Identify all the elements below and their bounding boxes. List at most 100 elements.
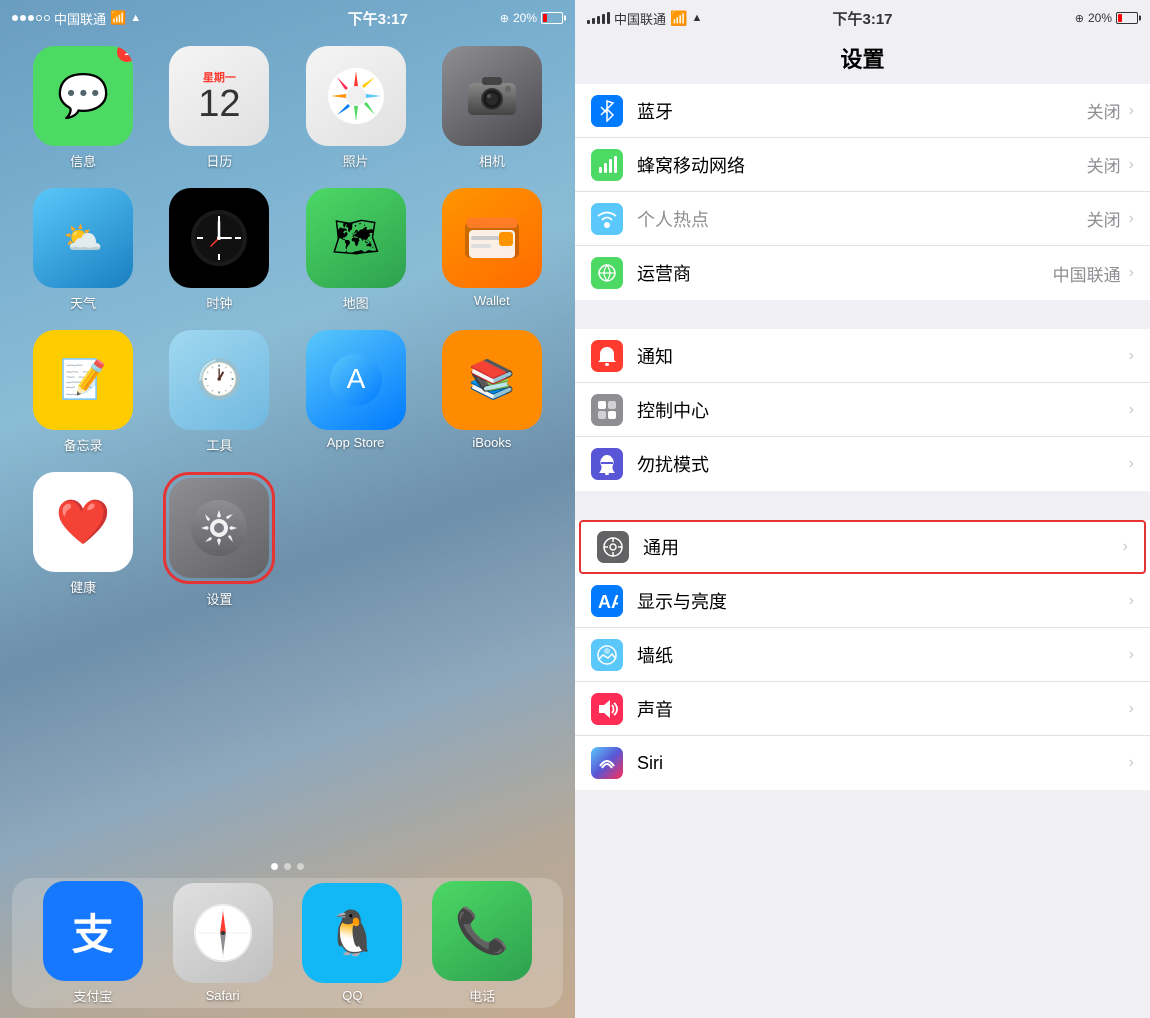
app-ibooks[interactable]: 📚 iBooks: [429, 330, 555, 454]
settings-row-general[interactable]: 通用 ›: [579, 520, 1146, 574]
sounds-chevron: ›: [1129, 700, 1134, 718]
maps-label: 地图: [343, 293, 369, 312]
dock: 支 支付宝 Safari: [12, 878, 563, 1008]
camera-icon: [442, 46, 542, 146]
settings-section-notifications: 通知 › 控制中心 ›: [575, 329, 1150, 491]
settings-row-dnd[interactable]: 勿扰模式 ›: [575, 437, 1150, 491]
battery-fill-right: [1118, 14, 1122, 22]
settings-row-notifications[interactable]: 通知 ›: [575, 329, 1150, 383]
app-tools[interactable]: 🕐 工具: [156, 330, 282, 454]
weather-label: 天气: [70, 293, 96, 312]
cellular-chevron: ›: [1129, 156, 1134, 174]
settings-list: 蓝牙 关闭 › 蜂窝移动网络 关闭 ›: [575, 84, 1150, 1018]
alipay-label: 支付宝: [73, 986, 112, 1005]
bluetooth-label: 蓝牙: [637, 98, 1087, 124]
settings-row-wallpaper[interactable]: 墙纸 ›: [575, 628, 1150, 682]
safari-label: Safari: [206, 988, 240, 1003]
battery-icon-right: [1116, 12, 1138, 24]
ibooks-icon: 📚: [442, 330, 542, 430]
hotspot-chevron: ›: [1129, 210, 1134, 228]
notifications-chevron: ›: [1129, 347, 1134, 365]
battery-icon-left: [541, 12, 563, 24]
app-settings[interactable]: 设置: [156, 472, 282, 608]
settings-row-cellular[interactable]: 蜂窝移动网络 关闭 ›: [575, 138, 1150, 192]
settings-row-siri[interactable]: Siri ›: [575, 736, 1150, 790]
settings-title: 设置: [575, 36, 1150, 84]
app-clock[interactable]: 时钟: [156, 188, 282, 312]
dock-safari[interactable]: Safari: [173, 883, 273, 1003]
wallpaper-chevron: ›: [1129, 646, 1134, 664]
bluetooth-icon: [591, 95, 623, 127]
carrier-icon: [591, 257, 623, 289]
app-calendar[interactable]: 星期一 12 日历: [156, 46, 282, 170]
time-right: 下午3:17: [832, 8, 892, 29]
qq-icon: 🐧: [302, 883, 402, 983]
safari-svg: [193, 903, 253, 963]
wifi-icon-right: 📶: [670, 10, 687, 27]
notes-label: 备忘录: [64, 435, 103, 454]
sounds-icon: [591, 693, 623, 725]
settings-icon: [169, 478, 269, 578]
app-health[interactable]: ❤️ 健康: [20, 472, 146, 608]
svg-text:AA: AA: [598, 592, 618, 612]
battery-fill-left: [543, 14, 547, 22]
ibooks-label: iBooks: [472, 435, 511, 450]
display-label: 显示与亮度: [637, 588, 1129, 614]
wallet-label: Wallet: [474, 293, 510, 308]
cellular-value: 关闭: [1087, 152, 1121, 177]
app-appstore[interactable]: A App Store: [293, 330, 419, 454]
siri-icon: [591, 747, 623, 779]
hotspot-label: 个人热点: [637, 206, 1087, 232]
app-notes[interactable]: 📝 备忘录: [20, 330, 146, 454]
appstore-svg: A: [330, 354, 382, 406]
battery-left: ⊕ 20%: [500, 11, 563, 25]
general-label: 通用: [643, 534, 1123, 560]
section-gap-2: [575, 492, 1150, 520]
controlcenter-chevron: ›: [1129, 401, 1134, 419]
settings-row-hotspot[interactable]: 个人热点 关闭 ›: [575, 192, 1150, 246]
messages-icon: 💬 1: [33, 46, 133, 146]
dnd-chevron: ›: [1129, 455, 1134, 473]
general-icon: [597, 531, 629, 563]
wifi-icon: 📶: [110, 10, 126, 26]
dock-qq[interactable]: 🐧 QQ: [302, 883, 402, 1003]
settings-row-controlcenter[interactable]: 控制中心 ›: [575, 383, 1150, 437]
settings-row-carrier[interactable]: 运营商 中国联通 ›: [575, 246, 1150, 300]
health-label: 健康: [70, 577, 96, 596]
app-messages[interactable]: 💬 1 信息: [20, 46, 146, 170]
settings-row-bluetooth[interactable]: 蓝牙 关闭 ›: [575, 84, 1150, 138]
battery-right-wrap: ⊕ 20%: [1075, 11, 1138, 25]
controlcenter-label: 控制中心: [637, 397, 1129, 423]
alipay-icon: 支: [43, 881, 143, 981]
settings-section-general: 通用 › AA 显示与亮度 ›: [575, 520, 1150, 790]
notifications-label: 通知: [637, 343, 1129, 369]
location-icon: ▲: [130, 12, 141, 24]
appstore-label: App Store: [327, 435, 385, 450]
app-photos[interactable]: 照片: [293, 46, 419, 170]
app-wallet[interactable]: Wallet: [429, 188, 555, 312]
settings-gear-svg: [191, 500, 247, 556]
carrier-label: 运营商: [637, 260, 1053, 286]
dnd-icon: [591, 448, 623, 480]
settings-row-sounds[interactable]: 声音 ›: [575, 682, 1150, 736]
app-maps[interactable]: 🗺 地图: [293, 188, 419, 312]
app-camera[interactable]: 相机: [429, 46, 555, 170]
wallpaper-icon: [591, 639, 623, 671]
carrier-value: 中国联通: [1053, 261, 1121, 286]
sounds-label: 声音: [637, 696, 1129, 722]
settings-row-display[interactable]: AA 显示与亮度 ›: [575, 574, 1150, 628]
gps-icon: ⊕: [500, 12, 509, 25]
display-icon: AA: [591, 585, 623, 617]
page-dot-2: [284, 863, 291, 870]
signal-bars-right: [587, 12, 610, 24]
dock-phone[interactable]: 📞 电话: [432, 881, 532, 1005]
bluetooth-value: 关闭: [1087, 98, 1121, 123]
hotspot-value: 关闭: [1087, 206, 1121, 231]
signal-dots: [12, 15, 50, 21]
dock-alipay[interactable]: 支 支付宝: [43, 881, 143, 1005]
notes-icon: 📝: [33, 330, 133, 430]
messages-label: 信息: [70, 151, 96, 170]
clock-icon: [169, 188, 269, 288]
notifications-icon: [591, 340, 623, 372]
app-weather[interactable]: ⛅ 天气: [20, 188, 146, 312]
